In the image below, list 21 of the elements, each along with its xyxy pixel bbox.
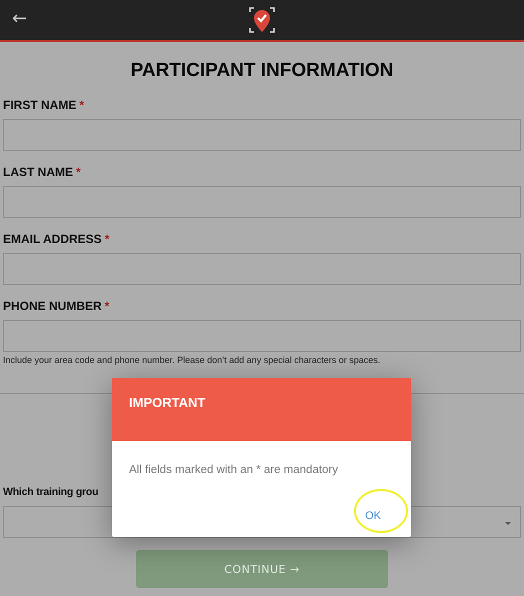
dialog-title: IMPORTANT bbox=[129, 395, 206, 410]
page-title: PARTICIPANT INFORMATION bbox=[130, 59, 394, 83]
required-mark: * bbox=[76, 164, 81, 180]
dialog-message: All fields marked with an * are mandatory bbox=[129, 464, 340, 476]
field-label: Which training grou bbox=[3, 485, 98, 500]
required-mark: * bbox=[104, 231, 110, 247]
caret-icon bbox=[505, 522, 511, 525]
field-label: EMAIL ADDRESS bbox=[3, 231, 102, 247]
field-label: PHONE NUMBER bbox=[3, 298, 102, 314]
input-field[interactable] bbox=[3, 119, 521, 151]
input-field[interactable] bbox=[3, 320, 521, 352]
field-label: LAST NAME bbox=[3, 164, 73, 180]
required-mark: * bbox=[79, 97, 84, 113]
help-text: Include your area code and phone number. Please don’t add any special characters or spaces. bbox=[3, 354, 382, 366]
input-field[interactable] bbox=[3, 253, 521, 285]
input-field[interactable] bbox=[3, 186, 521, 218]
required-mark: * bbox=[104, 298, 110, 314]
back-button[interactable]: ← bbox=[10, 8, 30, 30]
map-pin-logo-icon bbox=[248, 6, 276, 34]
field-label: FIRST NAME bbox=[3, 97, 76, 113]
ok-button[interactable]: OK bbox=[361, 506, 385, 526]
